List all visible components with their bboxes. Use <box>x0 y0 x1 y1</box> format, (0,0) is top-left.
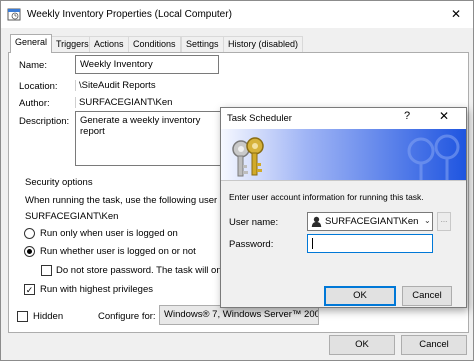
keys-banner-image <box>221 129 466 180</box>
security-intro-text: When running the task, use the following… <box>25 195 230 206</box>
configure-for-select[interactable]: Windows® 7, Windows Server™ 2008 R2 <box>159 305 319 325</box>
title-bar: Weekly Inventory Properties (Local Compu… <box>1 1 473 28</box>
radio-logged-on-label: Run only when user is logged on <box>40 228 178 239</box>
tab-triggers[interactable]: Triggers <box>51 36 94 52</box>
dialog-instruction: Enter user account information for runni… <box>229 192 424 202</box>
location-value: \SiteAudit Reports <box>75 80 156 91</box>
author-value: SURFACEGIANT\Ken <box>75 97 172 108</box>
location-label: Location: <box>19 81 58 92</box>
password-field[interactable] <box>307 234 433 253</box>
dialog-ok-button[interactable]: OK <box>324 286 396 306</box>
username-label: User name: <box>229 217 279 228</box>
dont-store-password-label: Do not store password. The task will onl… <box>56 265 237 276</box>
tab-actions[interactable]: Actions <box>89 36 129 52</box>
username-value: SURFACEGIANT\Ken <box>325 216 419 227</box>
description-label: Description: <box>19 116 70 127</box>
radio-whether-logged-on-label: Run whether user is logged on or not <box>40 246 196 257</box>
security-user-value: SURFACEGIANT\Ken <box>25 211 119 222</box>
author-label: Author: <box>19 98 50 109</box>
hidden-label: Hidden <box>33 311 64 322</box>
hidden-checkbox[interactable] <box>17 311 28 322</box>
password-label: Password: <box>229 239 274 250</box>
description-field[interactable]: Generate a weekly inventory report <box>75 111 225 166</box>
dialog-title-bar: Task Scheduler ? ✕ <box>221 108 466 129</box>
credentials-dialog: Task Scheduler ? ✕ Enter user account in… <box>220 107 467 308</box>
browse-user-button[interactable]: ... <box>437 212 451 231</box>
dialog-title: Task Scheduler <box>227 113 292 124</box>
tab-conditions[interactable]: Conditions <box>128 36 181 52</box>
security-options-heading: Security options <box>25 177 93 188</box>
ok-button[interactable]: OK <box>329 335 395 355</box>
chevron-down-icon[interactable]: ⌄ <box>424 216 431 225</box>
close-icon[interactable]: ✕ <box>443 5 469 23</box>
dialog-cancel-button[interactable]: Cancel <box>402 286 452 306</box>
help-icon[interactable]: ? <box>404 110 410 122</box>
dialog-close-icon[interactable]: ✕ <box>439 109 449 123</box>
configure-for-label: Configure for: <box>98 311 156 322</box>
username-combobox[interactable]: SURFACEGIANT\Ken <box>307 212 433 231</box>
user-icon <box>311 216 322 227</box>
tab-settings[interactable]: Settings <box>181 36 224 52</box>
name-label: Name: <box>19 60 47 71</box>
name-field[interactable]: Weekly Inventory <box>75 55 219 74</box>
dont-store-password-checkbox[interactable] <box>41 265 52 276</box>
cancel-button[interactable]: Cancel <box>401 335 467 355</box>
banner-divider <box>221 180 466 181</box>
tab-history[interactable]: History (disabled) <box>223 36 304 52</box>
highest-privileges-checkbox[interactable]: ✓ <box>24 284 35 295</box>
window-title: Weekly Inventory Properties (Local Compu… <box>27 9 232 20</box>
task-scheduler-icon <box>7 8 21 21</box>
highest-privileges-label: Run with highest privileges <box>40 284 154 295</box>
tab-general[interactable]: General <box>10 34 53 53</box>
text-caret <box>312 238 313 249</box>
radio-whether-logged-on[interactable] <box>24 246 35 257</box>
radio-logged-on[interactable] <box>24 228 35 239</box>
